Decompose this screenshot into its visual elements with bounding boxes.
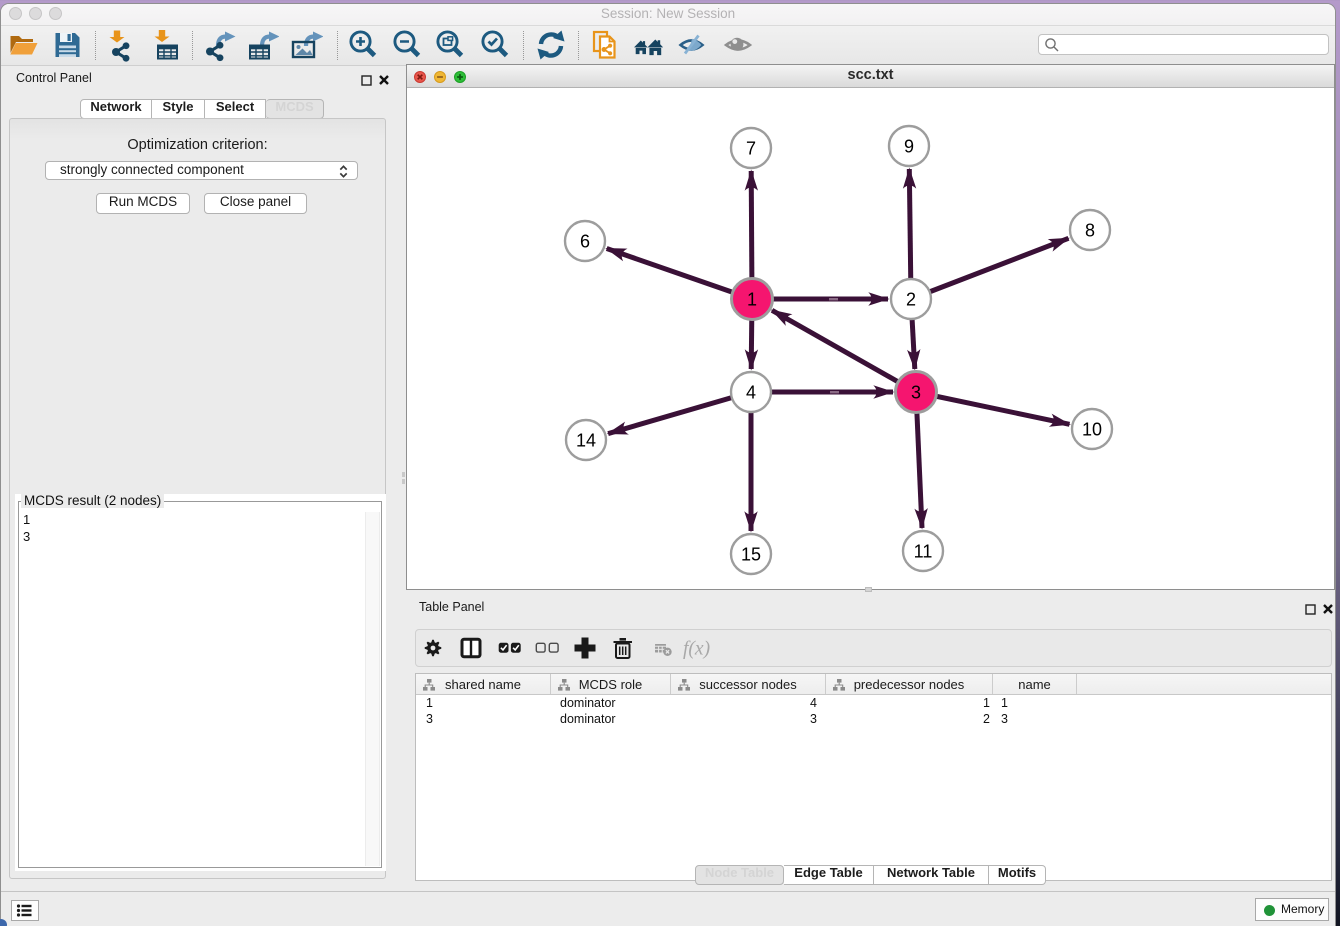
svg-text:6: 6	[580, 232, 590, 252]
svg-text:14: 14	[576, 431, 596, 451]
svg-text:15: 15	[741, 545, 761, 565]
svg-text:3: 3	[911, 383, 921, 403]
svg-text:8: 8	[1085, 221, 1095, 241]
svg-text:9: 9	[904, 137, 914, 157]
svg-text:f(x): f(x)	[683, 639, 710, 660]
svg-text:1: 1	[747, 290, 757, 310]
svg-text:11: 11	[914, 542, 933, 562]
svg-text:4: 4	[746, 383, 756, 403]
svg-text:7: 7	[746, 139, 756, 159]
svg-text:2: 2	[906, 290, 916, 310]
svg-text:10: 10	[1082, 420, 1102, 440]
